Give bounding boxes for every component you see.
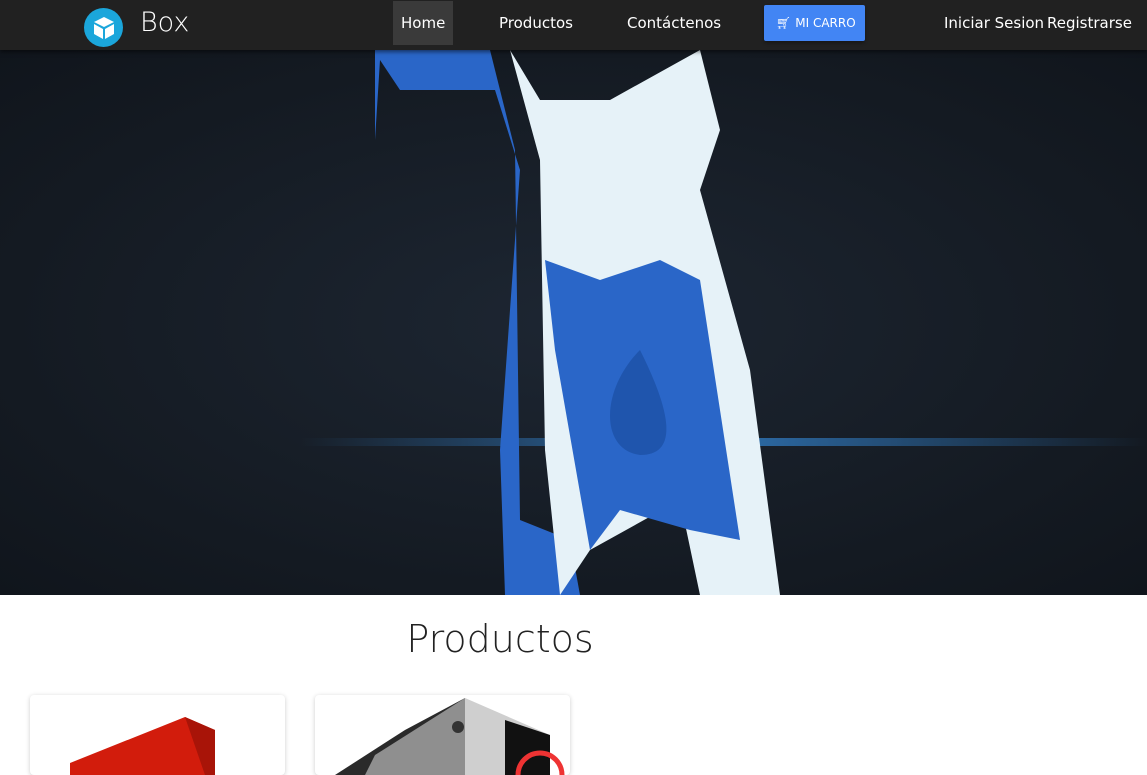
- register-link[interactable]: Registrarse: [1039, 1, 1140, 45]
- product-card[interactable]: [315, 695, 570, 775]
- cart-label: MI CARRO: [795, 16, 856, 30]
- brand-name[interactable]: Box: [140, 7, 189, 38]
- products-title: Productos: [406, 617, 594, 661]
- login-link[interactable]: Iniciar Sesion: [936, 1, 1052, 45]
- cart-button[interactable]: 🛒︎ MI CARRO: [764, 5, 865, 41]
- nav-home[interactable]: Home: [393, 1, 454, 45]
- product-image-pc-case: [335, 698, 565, 775]
- product-image-graphics-card: [70, 717, 215, 775]
- product-card[interactable]: [30, 695, 285, 775]
- navbar: Box Home Productos Contáctenos 🛒︎ MI CARR…: [0, 0, 1147, 50]
- cart-icon: 🛒︎: [776, 16, 792, 30]
- hero-image: [300, 50, 1147, 595]
- nav-productos[interactable]: Productos: [491, 1, 581, 45]
- box-logo-icon[interactable]: [84, 8, 123, 47]
- nav-contactenos[interactable]: Contáctenos: [619, 1, 729, 45]
- hero-banner: [0, 50, 1147, 595]
